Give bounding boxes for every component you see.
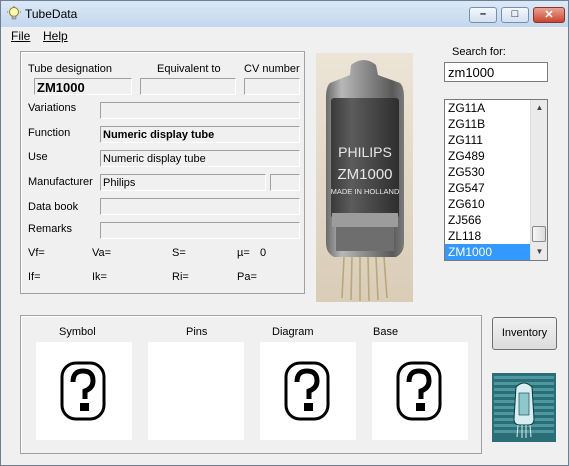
tubedata-window: TubeData – □ ✕ File Help Tube designatio… [0, 0, 569, 466]
minimize-icon: – [479, 8, 487, 20]
menu-file[interactable]: File [11, 29, 30, 43]
function-label: Function [28, 127, 71, 139]
maximize-button[interactable]: □ [501, 7, 529, 23]
list-item[interactable]: ZM1000 [445, 244, 531, 260]
search-label: Search for: [452, 46, 506, 58]
ik-label: Ik= [92, 271, 107, 283]
list-item[interactable]: ZG111 [445, 132, 531, 148]
base-caption: Base [373, 326, 399, 338]
manufacturer-code-field[interactable] [270, 174, 300, 191]
list-item[interactable]: ZG547 [445, 180, 531, 196]
function-field[interactable]: Numeric display tube [100, 126, 300, 143]
databook-label: Data book [28, 201, 79, 213]
list-item[interactable]: ZG11B [445, 116, 531, 132]
list-item[interactable]: ZJ566 [445, 212, 531, 228]
use-label: Use [28, 151, 48, 163]
diagram-image[interactable] [260, 342, 356, 440]
use-field[interactable]: Numeric display tube [100, 150, 300, 167]
question-mark-icon [284, 361, 330, 421]
mu-label: µ= [237, 247, 250, 259]
list-item[interactable]: ZG11A [445, 100, 531, 116]
photo-brand-text: PHILIPS [338, 144, 392, 160]
tube-designation-field[interactable]: ZM1000 [34, 78, 132, 95]
list-scrollbar[interactable]: ▲ ▼ [530, 100, 547, 260]
list-item[interactable]: ZG610 [445, 196, 531, 212]
menu-help[interactable]: Help [43, 29, 68, 43]
manufacturer-field[interactable]: Philips [100, 174, 266, 191]
scroll-thumb[interactable] [532, 226, 546, 242]
close-button[interactable]: ✕ [533, 7, 565, 23]
equivalent-field[interactable] [140, 78, 236, 95]
symbol-caption: Symbol [59, 326, 96, 338]
pins-caption: Pins [186, 326, 208, 338]
lightbulb-icon [7, 6, 21, 20]
tube-listbox[interactable]: ZG11A ZG11B ZG111 ZG489 ZG530 ZG547 ZG610 ZJ566… [444, 99, 548, 261]
remarks-field[interactable] [100, 222, 300, 239]
question-mark-icon [396, 361, 442, 421]
window-title: TubeData [25, 7, 78, 21]
scroll-down-icon[interactable]: ▼ [532, 244, 547, 260]
tube-photo: PHILIPS ZM1000 MADE IN HOLLAND [316, 53, 413, 302]
cv-number-field[interactable] [244, 78, 300, 95]
photo-model-text: ZM1000 [337, 166, 392, 183]
scroll-up-icon[interactable]: ▲ [532, 100, 547, 116]
symbol-image[interactable] [36, 342, 132, 440]
minimize-button[interactable]: – [469, 7, 497, 23]
maximize-icon: □ [511, 8, 519, 20]
pa-label: Pa= [237, 271, 257, 283]
mu-value: 0 [260, 247, 267, 259]
databook-field[interactable] [100, 198, 300, 215]
list-item[interactable]: ZL118 [445, 228, 531, 244]
manufacturer-label: Manufacturer [28, 176, 93, 188]
menu-file-label: File [11, 29, 31, 43]
inventory-button[interactable]: Inventory [492, 317, 557, 350]
search-input[interactable] [444, 62, 548, 82]
question-mark-icon [60, 361, 106, 421]
ri-label: Ri= [172, 271, 189, 283]
diagram-caption: Diagram [272, 326, 314, 338]
close-icon: ✕ [544, 9, 554, 21]
variations-field[interactable] [100, 102, 300, 119]
list-item[interactable]: ZG530 [445, 164, 531, 180]
list-item[interactable]: ZG489 [445, 148, 531, 164]
equivalent-label: Equivalent to [157, 63, 221, 75]
base-image[interactable] [372, 342, 468, 440]
tube-designation-label: Tube designation [28, 63, 112, 75]
s-label: S= [172, 247, 186, 259]
title-bar[interactable]: TubeData – □ ✕ [1, 1, 568, 27]
if-label: If= [28, 271, 41, 283]
pins-image[interactable] [148, 342, 244, 440]
tube-logo-icon [492, 373, 556, 442]
menu-help-label: Help [43, 29, 68, 43]
remarks-label: Remarks [28, 223, 73, 235]
photo-origin-text: MADE IN HOLLAND [331, 187, 400, 196]
variations-label: Variations [28, 102, 77, 114]
vf-label: Vf= [28, 247, 45, 259]
cv-number-label: CV number [244, 63, 300, 75]
va-label: Va= [92, 247, 112, 259]
menu-bar: File Help [1, 27, 568, 45]
